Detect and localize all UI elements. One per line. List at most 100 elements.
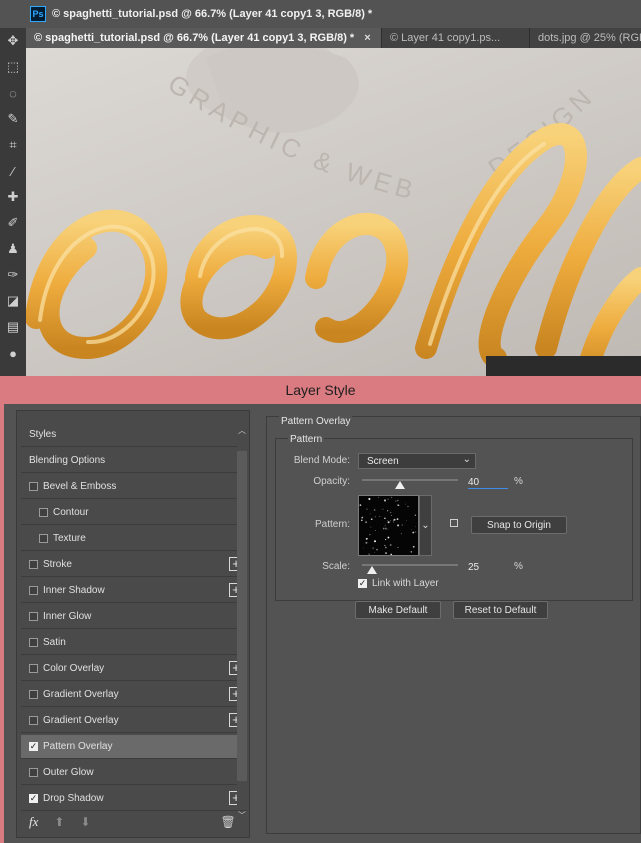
group-title: Pattern	[288, 434, 325, 445]
checkbox[interactable]	[29, 482, 38, 491]
opacity-slider-knob[interactable]	[395, 481, 406, 489]
lasso-icon[interactable]: ◌	[3, 84, 23, 102]
style-item-label: Inner Glow	[43, 611, 92, 622]
move-icon[interactable]: ✥	[3, 32, 23, 50]
style-item-outer-glow[interactable]: Outer Glow	[21, 761, 247, 785]
style-item-inner-glow[interactable]: Inner Glow	[21, 605, 247, 629]
eyedropper-icon[interactable]: ⁄	[3, 162, 23, 180]
tab-spaghetti-tutorial[interactable]: © spaghetti_tutorial.psd @ 66.7% (Layer …	[26, 28, 382, 48]
checkbox[interactable]: ✓	[29, 794, 38, 803]
opacity-value: 40	[468, 477, 480, 488]
opacity-unit: %	[514, 476, 523, 487]
checkbox[interactable]	[29, 560, 38, 569]
chevron-up-icon[interactable]: ︿	[238, 425, 246, 436]
quick-select-icon[interactable]: ✎	[3, 110, 23, 128]
pattern-preview	[359, 496, 417, 556]
tab-layer-41-copy[interactable]: © Layer 41 copy1.ps...	[382, 28, 530, 48]
tab-label: © spaghetti_tutorial.psd @ 66.7% (Layer …	[34, 32, 355, 44]
pattern-overlay-panel: Pattern Overlay Pattern Blend Mode: Scre…	[266, 416, 641, 834]
tab-dots[interactable]: dots.jpg @ 25% (RGB/	[530, 28, 641, 48]
scale-slider-knob[interactable]	[366, 566, 377, 574]
style-item-drop-shadow[interactable]: ✓ Drop Shadow +	[21, 787, 247, 811]
style-item-styles[interactable]: Styles	[21, 423, 247, 447]
style-item-color-overlay[interactable]: Color Overlay +	[21, 657, 247, 681]
style-item-gradient-overlay[interactable]: Gradient Overlay +	[21, 683, 247, 707]
trash-icon[interactable]: 🗑	[221, 815, 236, 829]
style-item-blending-options[interactable]: Blending Options	[21, 449, 247, 473]
document-tab-bar: © spaghetti_tutorial.psd @ 66.7% (Layer …	[26, 28, 641, 48]
pattern-picker-dropdown[interactable]: ⌄	[419, 495, 432, 556]
brush-icon[interactable]: ✐	[3, 214, 23, 232]
style-item-satin[interactable]: Satin	[21, 631, 247, 655]
style-item-pattern-overlay[interactable]: ✓ Pattern Overlay	[21, 735, 247, 759]
history-brush-icon[interactable]: ✑	[3, 266, 23, 284]
blend-mode-select[interactable]: Screen ⌄	[358, 453, 476, 469]
healing-icon[interactable]: ✚	[3, 188, 23, 206]
crop-icon[interactable]: ⌗	[3, 136, 23, 154]
style-item-label: Blending Options	[29, 455, 106, 466]
checkbox[interactable]: ✓	[29, 742, 38, 751]
window-title: © spaghetti_tutorial.psd @ 66.7% (Layer …	[52, 8, 373, 20]
layer-style-dialog: Styles Blending Options Bevel & Emboss Cont…	[0, 404, 641, 843]
reset-to-default-button[interactable]: Reset to Default	[453, 601, 548, 619]
style-item-inner-shadow[interactable]: Inner Shadow +	[21, 579, 247, 603]
snap-to-origin-button[interactable]: Snap to Origin	[471, 516, 567, 534]
eraser-icon[interactable]: ◪	[3, 292, 23, 310]
arrow-up-icon[interactable]: ⬆	[54, 815, 64, 829]
styles-footer: fx ⬆ ⬇ 🗑	[27, 811, 247, 833]
opacity-input[interactable]: 40	[468, 474, 508, 489]
opacity-slider[interactable]	[362, 479, 458, 481]
new-preset-icon[interactable]	[450, 519, 458, 527]
chevron-down-icon: ⌄	[462, 454, 471, 465]
style-item-label: Gradient Overlay	[43, 715, 119, 726]
pattern-label: Pattern:	[314, 519, 350, 530]
scale-value: 25	[468, 562, 480, 573]
dialog-title: Layer Style	[285, 382, 356, 398]
checkbox[interactable]: ✓	[358, 579, 367, 588]
checkbox[interactable]	[29, 716, 38, 725]
style-item-label: Gradient Overlay	[43, 689, 119, 700]
checkbox[interactable]	[29, 768, 38, 777]
marquee-icon[interactable]: ⬚	[3, 58, 23, 76]
style-item-label: Pattern Overlay	[43, 741, 113, 752]
styles-scrollbar[interactable]: ︿ ﹀	[237, 426, 247, 820]
pattern-swatch[interactable]	[358, 495, 419, 556]
styles-list: Styles Blending Options Bevel & Emboss Cont…	[16, 410, 250, 838]
style-item-label: Color Overlay	[43, 663, 105, 674]
style-item-label: Texture	[53, 533, 86, 544]
dialog-title-bar[interactable]: Layer Style	[0, 376, 641, 404]
stamp-icon[interactable]: ♟	[3, 240, 23, 258]
checkbox[interactable]	[29, 612, 38, 621]
checkbox[interactable]	[29, 638, 38, 647]
style-item-label: Satin	[43, 637, 66, 648]
style-item-label: Bevel & Emboss	[43, 481, 117, 492]
style-item-label: Outer Glow	[43, 767, 94, 778]
blur-icon[interactable]: ●	[3, 344, 23, 362]
make-default-button[interactable]: Make Default	[355, 601, 441, 619]
link-with-layer-checkbox[interactable]: ✓ Link with Layer	[358, 578, 439, 589]
style-item-bevel-emboss[interactable]: Bevel & Emboss	[21, 475, 247, 499]
style-item-label: Inner Shadow	[43, 585, 105, 596]
section-title: Pattern Overlay	[279, 416, 353, 427]
scale-label: Scale:	[322, 561, 350, 572]
document-canvas[interactable]: GRAPHIC & WEB DESIGN	[26, 48, 641, 376]
checkbox[interactable]	[39, 508, 48, 517]
gradient-icon[interactable]: ▤	[3, 318, 23, 336]
checkbox[interactable]	[39, 534, 48, 543]
checkbox[interactable]	[29, 690, 38, 699]
style-item-label: Stroke	[43, 559, 72, 570]
tools-panel: ✥ ⬚ ◌ ✎ ⌗ ⁄ ✚ ✐ ♟ ✑ ◪ ▤ ●	[0, 28, 26, 376]
tab-label: © Layer 41 copy1.ps...	[390, 32, 501, 44]
overlapping-panel-edge	[486, 356, 641, 376]
style-item-stroke[interactable]: Stroke +	[21, 553, 247, 577]
style-item-texture[interactable]: Texture	[21, 527, 247, 551]
scale-input[interactable]: 25	[468, 559, 508, 573]
checkbox[interactable]	[29, 664, 38, 673]
checkbox[interactable]	[29, 586, 38, 595]
close-icon[interactable]: ×	[364, 32, 370, 44]
fx-menu-button[interactable]: fx	[29, 814, 38, 830]
arrow-down-icon[interactable]: ⬇	[80, 815, 90, 829]
style-item-contour[interactable]: Contour	[21, 501, 247, 525]
style-item-gradient-overlay[interactable]: Gradient Overlay +	[21, 709, 247, 733]
scrollbar-thumb[interactable]	[237, 451, 247, 781]
